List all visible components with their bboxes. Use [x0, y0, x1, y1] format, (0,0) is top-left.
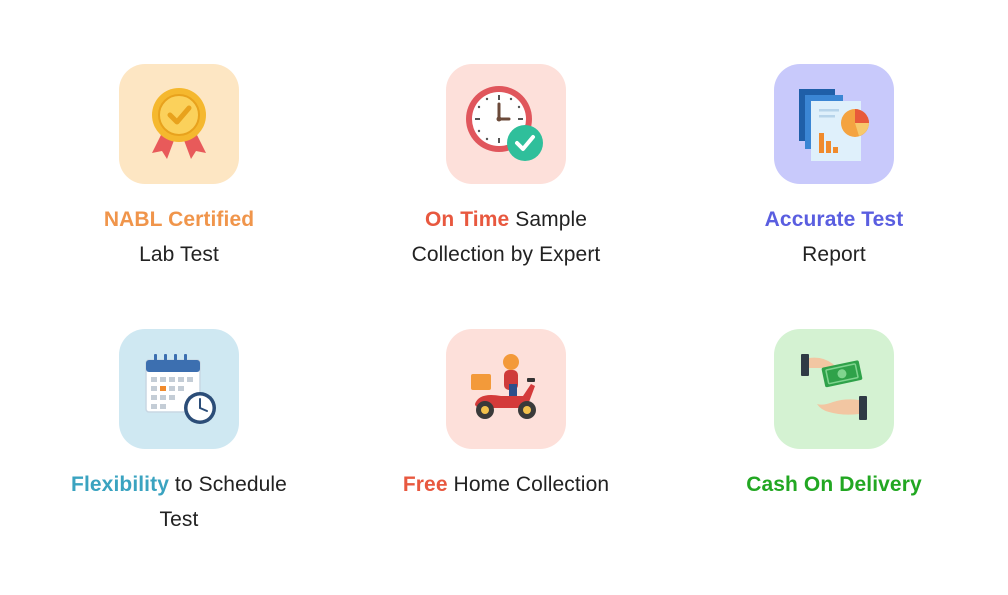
accurate-tile [774, 64, 894, 184]
caption-line2: Lab Test [139, 243, 219, 266]
caption-rest: Home Collection [447, 473, 610, 496]
nabl-tile [119, 64, 239, 184]
report-chart-icon [799, 89, 869, 161]
feature-cash-on-delivery: Cash On Delivery [684, 329, 984, 502]
caption-line2: Test [159, 508, 199, 531]
caption-rest: to Schedule [169, 473, 287, 496]
cash-tile [774, 329, 894, 449]
award-medal-icon [152, 88, 206, 159]
feature-on-time: On Time Sample Collection by Expert [356, 64, 656, 272]
caption-rest: Sample [509, 208, 588, 231]
delivery-scooter-icon [471, 354, 536, 419]
feature-caption: Free Home Collection [356, 467, 656, 502]
caption-highlight: Flexibility [71, 473, 169, 496]
feature-caption: Cash On Delivery [684, 467, 984, 502]
caption-line2: Report [802, 243, 866, 266]
feature-caption: On Time Sample Collection by Expert [356, 202, 656, 272]
cash-hands-icon [801, 354, 867, 420]
flex-tile [119, 329, 239, 449]
ontime-tile [446, 64, 566, 184]
caption-highlight: Accurate Test [764, 208, 904, 231]
feature-caption: Accurate Test Report [684, 202, 984, 272]
caption-line2: Collection by Expert [411, 243, 601, 266]
feature-caption: Flexibility to Schedule Test [29, 467, 329, 537]
free-tile [446, 329, 566, 449]
caption-highlight: NABL Certified [103, 208, 255, 231]
caption-highlight: On Time [424, 208, 510, 231]
feature-nabl-certified: NABL Certified Lab Test [29, 64, 329, 272]
clock-check-icon [466, 86, 543, 161]
feature-flexibility: Flexibility to Schedule Test [29, 329, 329, 537]
feature-caption: NABL Certified Lab Test [29, 202, 329, 272]
feature-free-home-collection: Free Home Collection [356, 329, 656, 502]
calendar-clock-icon [145, 354, 216, 424]
caption-highlight: Free [402, 473, 448, 496]
caption-highlight: Cash On Delivery [746, 473, 922, 496]
feature-accurate-report: Accurate Test Report [684, 64, 984, 272]
